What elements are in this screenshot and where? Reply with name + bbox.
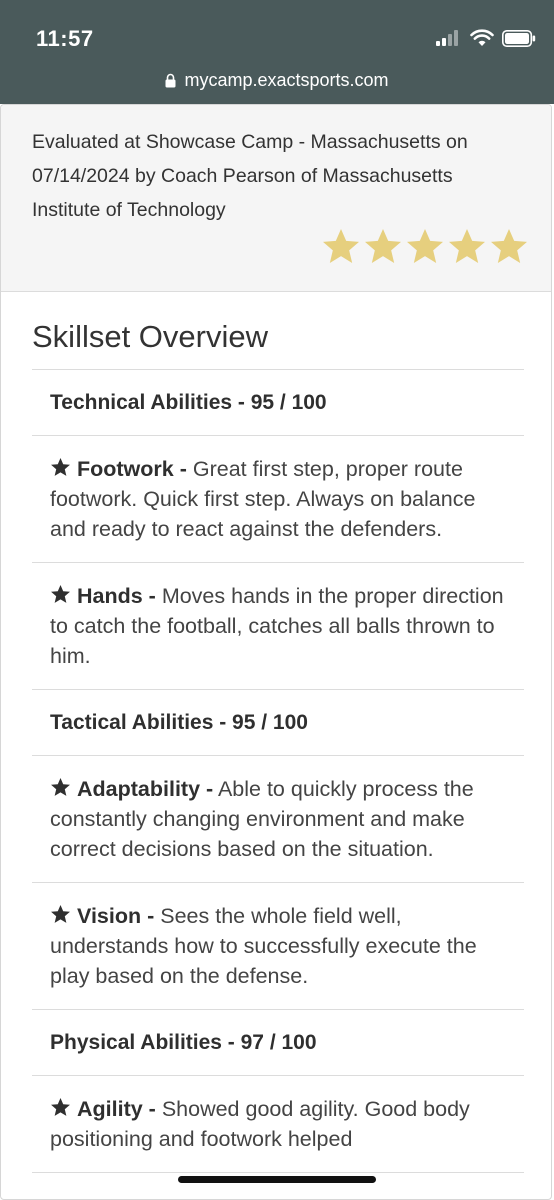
- rating-star-icon: [407, 229, 443, 263]
- url-bar[interactable]: mycamp.exactsports.com: [0, 62, 554, 98]
- home-indicator[interactable]: [178, 1176, 376, 1183]
- skill-name: Adaptability -: [77, 777, 214, 801]
- star-icon: [51, 585, 70, 603]
- skill-name: Footwork -: [77, 457, 187, 481]
- category-header: Physical Abilities - 97 / 100: [32, 1010, 524, 1076]
- skill-item: Vision - Sees the whole field well, unde…: [32, 883, 524, 1010]
- skill-item: Footwork - Great first step, proper rout…: [32, 436, 524, 563]
- status-bar: 11:57: [0, 0, 554, 62]
- section-title: Skillset Overview: [32, 319, 268, 354]
- rating-star-icon: [323, 229, 359, 263]
- star-icon: [51, 458, 70, 476]
- cellular-signal-icon: [436, 30, 458, 46]
- star-icon: [51, 1098, 70, 1116]
- skill-name: Hands -: [77, 584, 156, 608]
- skill-item: Hands - Moves hands in the proper direct…: [32, 563, 524, 690]
- url-text: mycamp.exactsports.com: [184, 69, 389, 90]
- system-icons: [436, 29, 536, 47]
- skill-name: Vision -: [77, 904, 155, 928]
- category-header: Technical Abilities - 95 / 100: [32, 370, 524, 436]
- rating-star-icon: [365, 229, 401, 263]
- skill-name: Agility -: [77, 1097, 156, 1121]
- rating-star-icon: [449, 229, 485, 263]
- evaluation-header: Evaluated at Showcase Camp - Massachuset…: [1, 105, 551, 292]
- category-header: Tactical Abilities - 95 / 100: [32, 690, 524, 756]
- skill-item: Adaptability - Able to quickly process t…: [32, 756, 524, 883]
- evaluation-summary: Evaluated at Showcase Camp - Massachuset…: [32, 131, 468, 221]
- status-time: 11:57: [36, 26, 94, 51]
- star-icon: [51, 778, 70, 796]
- skillset-list: Technical Abilities - 95 / 100 Footwork -…: [32, 369, 524, 1173]
- skill-item: Agility - Showed good agility. Good body…: [32, 1076, 524, 1173]
- rating-star-icon: [491, 229, 527, 263]
- star-icon: [51, 905, 70, 923]
- wifi-icon: [470, 29, 494, 46]
- evaluation-card: Evaluated at Showcase Camp - Massachuset…: [0, 104, 552, 1200]
- lock-icon: [165, 73, 176, 87]
- page-content: Evaluated at Showcase Camp - Massachuset…: [0, 104, 554, 1200]
- star-rating: [321, 227, 529, 267]
- battery-icon: [502, 29, 536, 47]
